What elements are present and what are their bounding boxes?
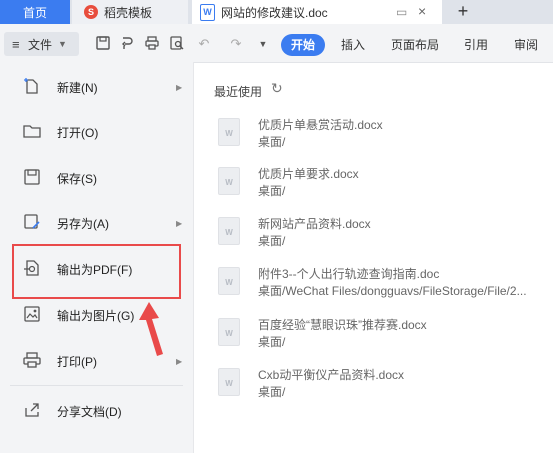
docer-logo-icon: S [84,5,98,19]
recent-file-path: 桌面/ [258,135,286,149]
tab-template[interactable]: S 稻壳模板 [72,0,188,24]
recent-file-path: 桌面/ [258,184,286,198]
print-preview-icon[interactable] [169,36,185,52]
tab-document[interactable]: W 网站的修改建议.doc ▭ × [192,0,442,24]
ribbon-tab-start[interactable]: 开始 [281,34,326,56]
new-tab-button[interactable]: + [453,0,473,24]
menu-item-label: 新建(N) [57,80,98,95]
tab-home-label: 首页 [22,5,47,20]
recent-file-path: 桌面/ [258,385,286,399]
recent-file-name: 新网站产品资料.docx [258,217,371,231]
menu-item-label: 打开(O) [57,125,99,140]
recent-file-path: 桌面/ [258,234,286,248]
ribbon-tab-references[interactable]: 引用 [464,34,488,56]
word-doc-icon: W [218,167,240,195]
file-menu-label: 文件 [28,37,53,52]
ribbon-tab-layout[interactable]: 页面布局 [391,34,439,56]
refresh-icon[interactable]: ↻ [271,80,283,97]
redo-icon[interactable]: ↷ [228,36,244,52]
annotation-highlight-box [12,244,181,299]
print-icon [22,351,42,371]
word-doc-icon: W [218,318,240,346]
monitor-icon[interactable]: ▭ [396,5,407,19]
ribbon-tab-insert[interactable]: 插入 [341,34,365,56]
tab-home[interactable]: 首页 [0,0,70,24]
hamburger-icon: ≡ [12,36,20,52]
word-doc-icon: W [218,217,240,245]
save-icon [22,168,42,188]
recent-file-item[interactable]: W 优质片单要求.docx 桌面/ [218,165,548,205]
undo-icon[interactable]: ↶ [196,36,212,52]
recent-file-name: Cxb动平衡仪产品资料.docx [258,368,405,382]
recent-file-name: 附件3--个人出行轨迹查询指南.doc [258,267,440,281]
annotation-arrow [139,302,163,356]
recent-file-name: 优质片单悬赏活动.docx [258,118,383,132]
menu-item-share[interactable]: 分享文档(D) [0,391,193,431]
save-as-icon [22,213,42,233]
menu-item-label: 输出为图片(G) [57,308,135,323]
menu-item-open[interactable]: 打开(O) [0,112,193,152]
word-doc-icon: W [218,368,240,396]
ribbon-tab-review[interactable]: 审阅 [514,34,538,56]
recent-file-path: 桌面/WeChat Files/dongguavs/FileStorage/Fi… [258,284,527,298]
menu-item-label: 另存为(A) [57,216,109,231]
recent-file-path: 桌面/ [258,335,286,349]
recent-file-item[interactable]: W 新网站产品资料.docx 桌面/ [218,215,548,255]
recent-file-item[interactable]: W 优质片单悬赏活动.docx 桌面/ [218,116,548,156]
menu-item-label: 分享文档(D) [57,404,122,419]
menu-item-save[interactable]: 保存(S) [0,158,193,198]
close-icon[interactable]: × [418,3,426,19]
tab-template-label: 稻壳模板 [104,5,153,20]
export-image-icon [22,305,42,325]
toolbar: ≡ 文件 ▼ ↶ ↷ ▼ 开始 插入 页面布局 引用 审阅 [0,24,553,63]
file-menu-button[interactable]: ≡ 文件 ▼ [4,32,79,56]
more-dropdown-icon[interactable]: ▼ [255,36,271,52]
recent-file-item[interactable]: W 百度经验“慧眼识珠”推荐赛.docx 桌面/ [218,316,548,356]
recent-title: 最近使用 [214,85,263,99]
save-icon[interactable] [95,36,111,52]
print-icon[interactable] [144,36,160,52]
new-doc-icon [22,77,42,97]
word-doc-icon: W [200,3,215,21]
word-doc-icon: W [218,118,240,146]
submenu-arrow-icon: ▶ [176,356,183,366]
menu-item-label: 保存(S) [57,171,97,186]
recent-file-name: 百度经验“慧眼识珠”推荐赛.docx [258,318,427,332]
tab-bar: 首页 S 稻壳模板 W 网站的修改建议.doc ▭ × + [0,0,553,24]
recent-file-name: 优质片单要求.docx [258,167,359,181]
recent-file-item[interactable]: W Cxb动平衡仪产品资料.docx 桌面/ [218,366,548,406]
word-doc-icon: W [218,267,240,295]
chevron-down-icon: ▼ [58,39,67,49]
submenu-arrow-icon: ▶ [176,82,183,92]
menu-item-label: 打印(P) [57,354,97,369]
submenu-arrow-icon: ▶ [176,218,183,228]
convert-icon[interactable] [119,36,135,52]
menu-separator [10,385,183,386]
recent-file-item[interactable]: W 附件3--个人出行轨迹查询指南.doc 桌面/WeChat Files/do… [218,265,548,305]
tab-document-label: 网站的修改建议.doc [221,5,328,20]
menu-item-new[interactable]: 新建(N) ▶ [0,67,193,107]
share-icon [22,401,42,421]
menu-item-save-as[interactable]: 另存为(A) ▶ [0,203,193,243]
folder-open-icon [22,122,42,142]
